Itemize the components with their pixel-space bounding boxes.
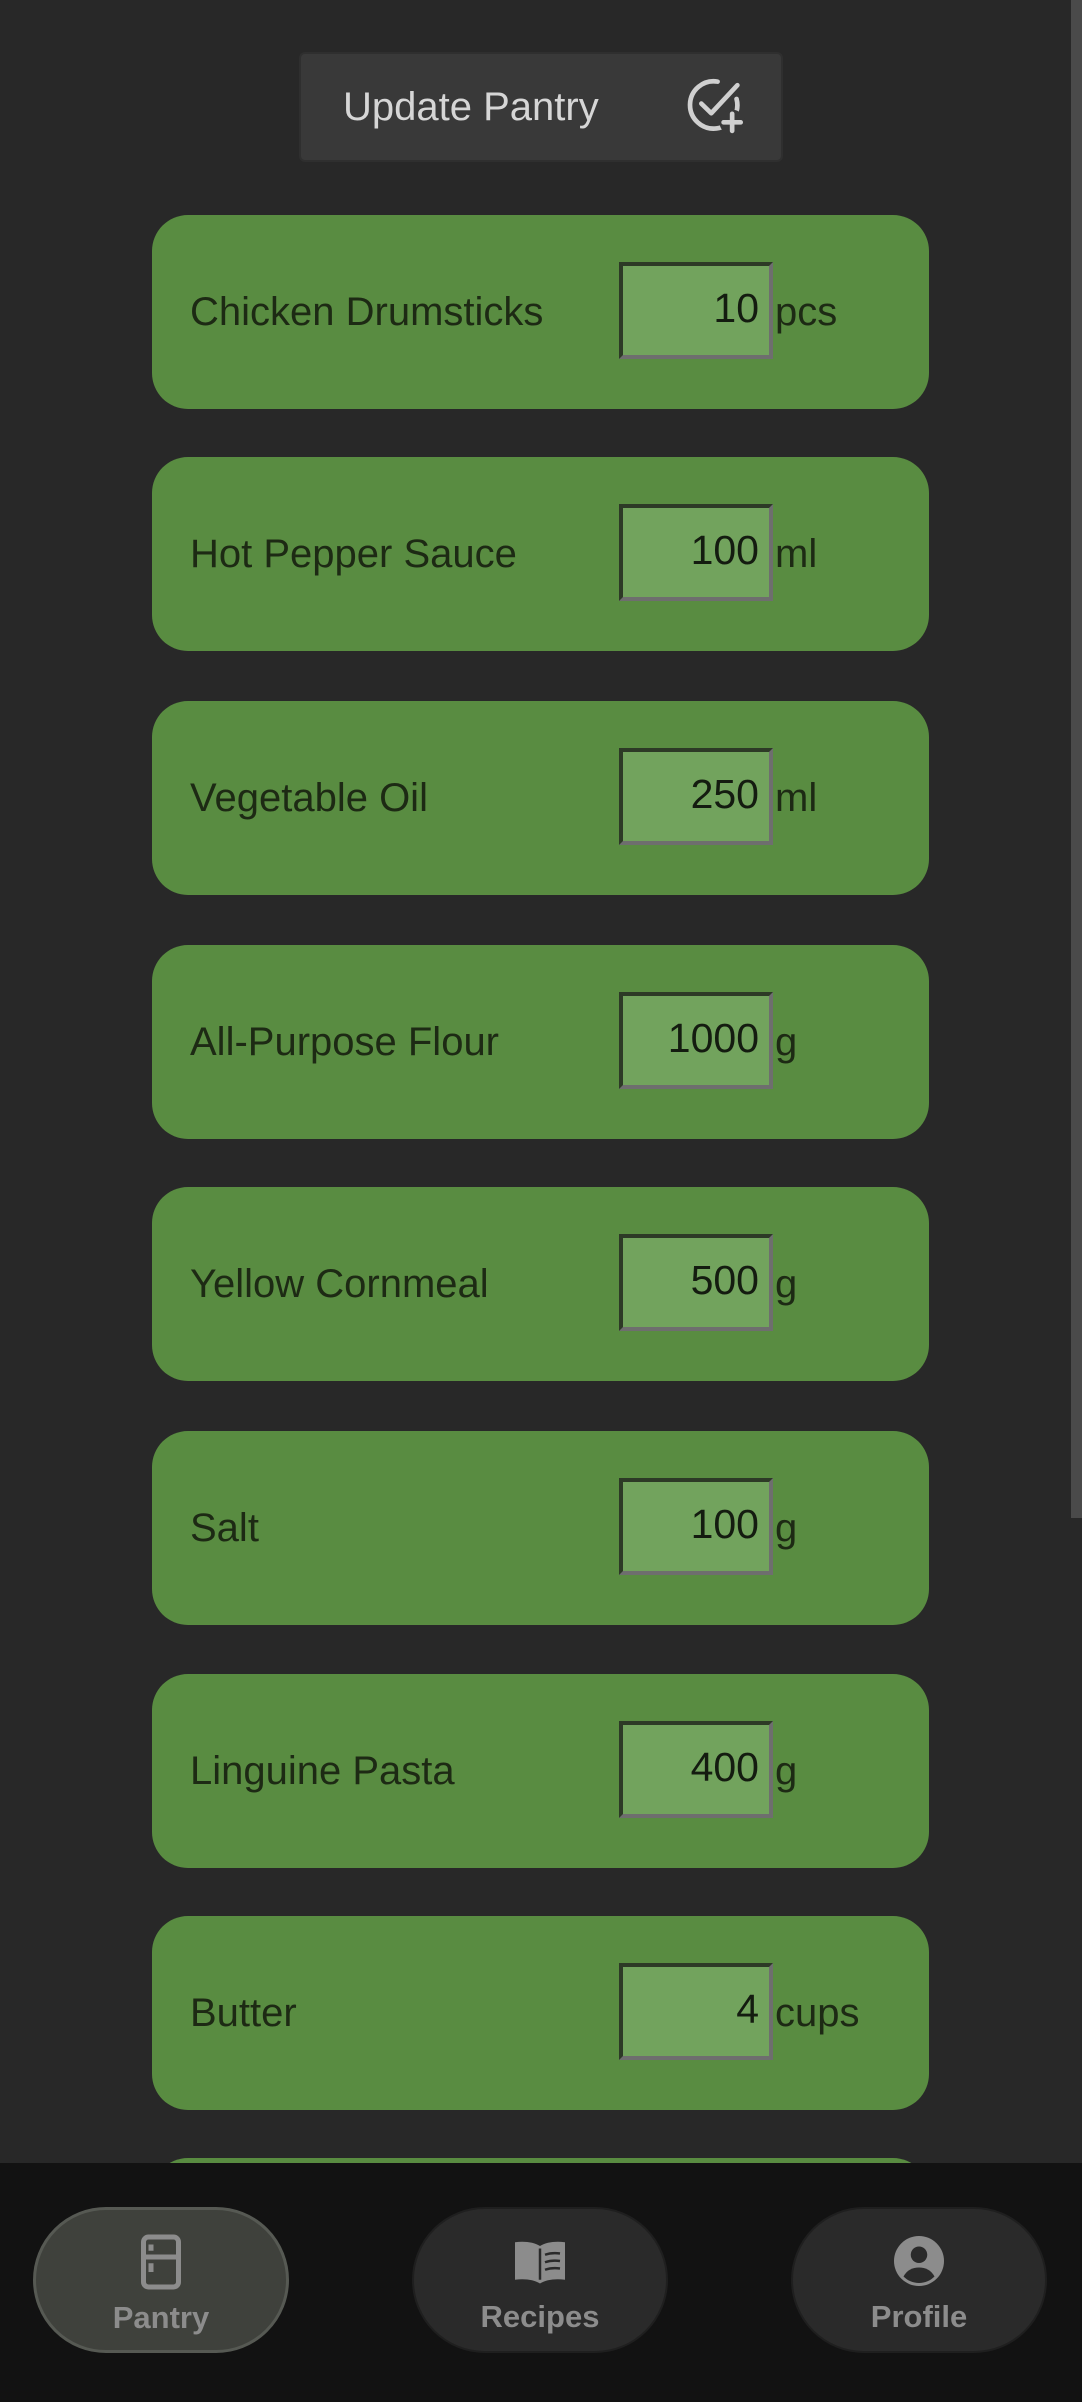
pantry-item: Butter cups <box>152 1916 929 2110</box>
unit-label: g <box>775 1262 798 1306</box>
nav-tab-pantry[interactable]: Pantry <box>33 2207 289 2353</box>
item-name: All-Purpose Flour <box>190 1020 500 1064</box>
pantry-item: Vegetable Oil ml <box>152 701 929 895</box>
quantity-input[interactable] <box>619 504 773 601</box>
update-pantry-label: Update Pantry <box>343 85 599 129</box>
item-name: Salt <box>190 1506 259 1550</box>
nav-tab-label: Pantry <box>112 2300 210 2335</box>
unit-label: g <box>775 1020 798 1064</box>
item-name: Vegetable Oil <box>190 776 428 820</box>
pantry-item: Yellow Cornmeal g <box>152 1187 929 1381</box>
unit-label: cups <box>775 1991 860 2035</box>
item-name: Chicken Drumsticks <box>190 290 544 334</box>
pantry-item: Salt g <box>152 1431 929 1625</box>
item-name: Butter <box>190 1991 297 2035</box>
quantity-input[interactable] <box>619 1234 773 1331</box>
account-circle-icon <box>894 2236 944 2286</box>
nav-tab-label: Profile <box>870 2299 968 2334</box>
nav-tab-profile[interactable]: Profile <box>791 2207 1047 2353</box>
pantry-item: All-Purpose Flour g <box>152 945 929 1139</box>
item-name: Linguine Pasta <box>190 1749 455 1793</box>
unit-label: ml <box>775 532 818 576</box>
update-pantry-button[interactable]: Update Pantry <box>299 52 783 162</box>
fridge-icon <box>141 2234 181 2290</box>
scrollbar[interactable] <box>1071 0 1082 1518</box>
quantity-input[interactable] <box>619 1721 773 1818</box>
pantry-item: Hot Pepper Sauce ml <box>152 457 929 651</box>
quantity-input[interactable] <box>619 1478 773 1575</box>
nav-tab-recipes[interactable]: Recipes <box>412 2207 668 2353</box>
unit-label: g <box>775 1506 798 1550</box>
quantity-input[interactable] <box>619 748 773 845</box>
unit-label: g <box>775 1749 798 1793</box>
pantry-item: Linguine Pasta g <box>152 1674 929 1868</box>
unit-label: ml <box>775 776 818 820</box>
quantity-input[interactable] <box>619 262 773 359</box>
check-circle-plus-icon <box>687 78 745 135</box>
book-icon <box>515 2241 565 2284</box>
unit-label: pcs <box>775 290 838 334</box>
pantry-item: Chicken Drumsticks pcs <box>152 215 929 409</box>
item-name: Yellow Cornmeal <box>190 1262 489 1306</box>
quantity-input[interactable] <box>619 1963 773 2060</box>
bottom-navigation: Pantry Recipes Profile <box>0 2163 1082 2402</box>
nav-tab-label: Recipes <box>480 2299 600 2334</box>
item-name: Hot Pepper Sauce <box>190 532 517 576</box>
quantity-input[interactable] <box>619 992 773 1089</box>
pantry-screen: Update Pantry Chicken Drumsticks pcs Hot… <box>0 0 1082 2402</box>
